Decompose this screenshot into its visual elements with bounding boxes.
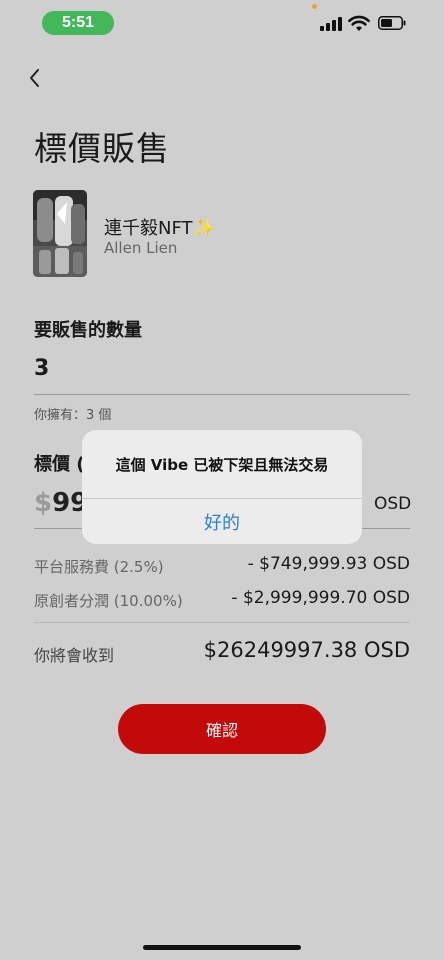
page-title: 標價販售 [34,129,170,168]
royalty-value: - $2,999,999.70 OSD [231,588,410,608]
platform-fee-value: - $749,999.93 OSD [247,554,410,574]
status-bar: 5:51 [0,0,444,44]
quantity-input[interactable]: 3 [34,356,49,381]
quantity-divider [34,394,410,395]
confirm-button[interactable]: 確認 [118,704,326,754]
owned-count: 你擁有：3 個 [34,408,112,423]
home-indicator[interactable] [143,945,301,950]
price-input[interactable]: $99 [34,488,88,518]
nft-thumbnail [33,190,87,277]
alert-message: 這個 Vibe 已被下架且無法交易 [115,456,329,474]
alert-ok-button[interactable]: 好的 [82,499,362,544]
royalty-label: 原創者分潤 (10.00%) [34,592,183,610]
fee-divider [34,622,410,623]
price-unit: OSD [374,494,412,514]
receive-label: 你將會收到 [34,646,115,665]
battery-icon [378,16,406,30]
alert-dialog: 這個 Vibe 已被下架且無法交易 好的 [82,430,362,544]
back-arrow-icon[interactable] [24,64,48,92]
quantity-label: 要販售的數量 [34,320,142,341]
nft-name: 連千毅NFT✨ [104,218,215,239]
platform-fee-label: 平台服務費 (2.5%) [34,558,164,576]
privacy-indicator-icon [312,4,317,9]
nft-creator: Allen Lien [104,239,178,257]
receive-value: $26249997.38 OSD [203,638,410,662]
price-label: 標價 ( [34,454,85,475]
status-time: 5:51 [42,11,114,35]
wifi-icon [348,15,370,31]
cellular-signal-icon [320,17,342,31]
price-currency-symbol: $ [34,488,53,518]
